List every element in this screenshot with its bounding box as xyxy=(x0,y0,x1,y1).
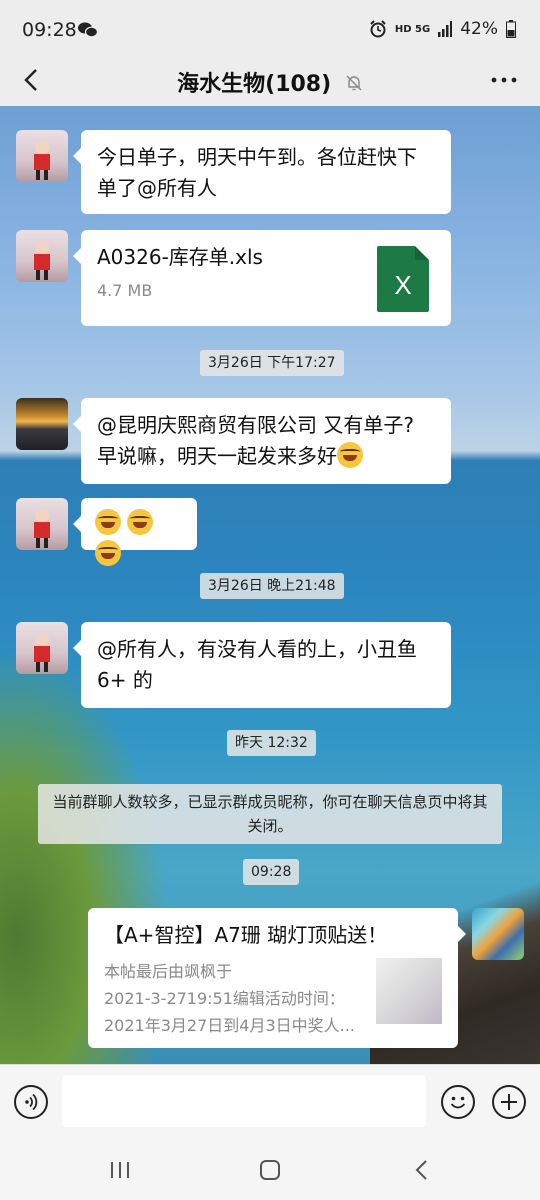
chat-title: 海水生物(108) xyxy=(177,72,332,97)
smiley-icon xyxy=(450,1096,466,1109)
message-text: @所有人，有没有人看的上，小丑鱼 xyxy=(97,637,417,661)
back-chevron-icon xyxy=(415,1160,427,1180)
laugh-cry-emoji-icon xyxy=(95,540,121,566)
wechat-notification-icon xyxy=(78,22,98,38)
alarm-icon xyxy=(370,20,386,38)
home-button[interactable] xyxy=(248,1154,292,1186)
message-text: 6+ 的 xyxy=(97,668,153,692)
message-input[interactable] xyxy=(62,1075,426,1127)
home-icon xyxy=(260,1160,280,1180)
timestamp: 3月26日 晚上21:48 xyxy=(200,573,344,599)
network-indicator: HD 5G xyxy=(394,23,431,35)
file-message[interactable]: A0326-库存单.xls 4.7 MB X xyxy=(73,230,451,326)
laugh-cry-emoji-icon xyxy=(95,509,121,535)
chat-area[interactable]: 今日单子，明天中午到。各位赶快下 单了@所有人 A0326-库存单.xls 4.… xyxy=(0,106,540,1064)
status-icons: HD 5G 42% xyxy=(369,19,516,39)
timestamp: 昨天 12:32 xyxy=(227,730,316,756)
laugh-cry-emoji-icon xyxy=(337,442,363,468)
message-bubble[interactable]: @昆明庆熙商贸有限公司 又有单子? 早说嘛，明天一起发来多好 xyxy=(73,398,451,484)
message-text-line2: 早说嘛，明天一起发来多好 xyxy=(97,441,435,472)
voice-icon xyxy=(25,1093,38,1111)
excel-file-icon-label: X xyxy=(394,270,412,300)
status-time: 09:28 xyxy=(22,19,77,41)
timestamp: 09:28 xyxy=(243,859,300,885)
status-bar: 09:28 HD 5G 42% xyxy=(0,0,540,58)
avatar[interactable] xyxy=(16,498,68,550)
laugh-cry-emoji-icon xyxy=(127,509,154,535)
message-bubble[interactable]: 今日单子，明天中午到。各位赶快下 单了@所有人 xyxy=(73,130,451,214)
avatar-image xyxy=(34,141,50,180)
message-text: 今日单子，明天中午到。各位赶快下 xyxy=(97,145,417,169)
recent-apps-button[interactable] xyxy=(98,1154,142,1186)
battery-icon xyxy=(506,20,516,38)
plus-button[interactable] xyxy=(492,1085,526,1119)
chat-header: 海水生物(108) xyxy=(0,58,540,106)
avatar[interactable] xyxy=(16,622,68,674)
avatar-image xyxy=(34,509,50,548)
battery-percent: 42% xyxy=(460,19,498,39)
input-bar xyxy=(0,1064,540,1141)
message-bubble[interactable]: @所有人，有没有人看的上，小丑鱼 6+ 的 xyxy=(73,622,451,708)
message-text: 单了@所有人 xyxy=(97,176,217,200)
link-description: 本帖最后由飒枫于 2021-3-2719:51编辑活动时间： 2021年3月27… xyxy=(104,962,355,1035)
more-dots-icon xyxy=(491,77,517,83)
recent-apps-icon xyxy=(111,1162,129,1178)
avatar[interactable] xyxy=(16,230,68,282)
plus-icon xyxy=(501,1094,517,1110)
link-card-message[interactable]: 【A+智控】A7珊 瑚灯顶贴送！ 本帖最后由飒枫于 2021-3-2719:51… xyxy=(88,908,466,1048)
system-back-button[interactable] xyxy=(400,1154,444,1186)
system-notice: 当前群聊人数较多，已显示群成员昵称，你可在聊天信息页中将其关闭。 xyxy=(38,784,502,844)
chat-title-wrap: 海水生物(108) xyxy=(0,66,540,98)
timestamp: 3月26日 下午17:27 xyxy=(200,350,344,376)
more-button[interactable] xyxy=(484,62,524,102)
message-text: @昆明庆熙商贸有限公司 又有单子? xyxy=(97,413,414,437)
avatar-image xyxy=(34,241,50,280)
avatar-image xyxy=(34,633,50,672)
link-thumbnail xyxy=(376,958,442,1024)
excel-file-icon: X xyxy=(377,246,429,312)
link-title: 【A+智控】A7珊 瑚灯顶贴送！ xyxy=(104,923,388,947)
mute-bell-icon xyxy=(346,75,362,91)
system-nav-bar xyxy=(0,1140,540,1200)
avatar[interactable] xyxy=(16,130,68,182)
emoji-button[interactable] xyxy=(441,1085,475,1119)
signal-icon xyxy=(438,21,453,37)
emoji-message[interactable] xyxy=(73,498,197,566)
my-avatar[interactable] xyxy=(472,908,524,960)
avatar[interactable] xyxy=(16,398,68,450)
voice-button[interactable] xyxy=(14,1085,48,1119)
